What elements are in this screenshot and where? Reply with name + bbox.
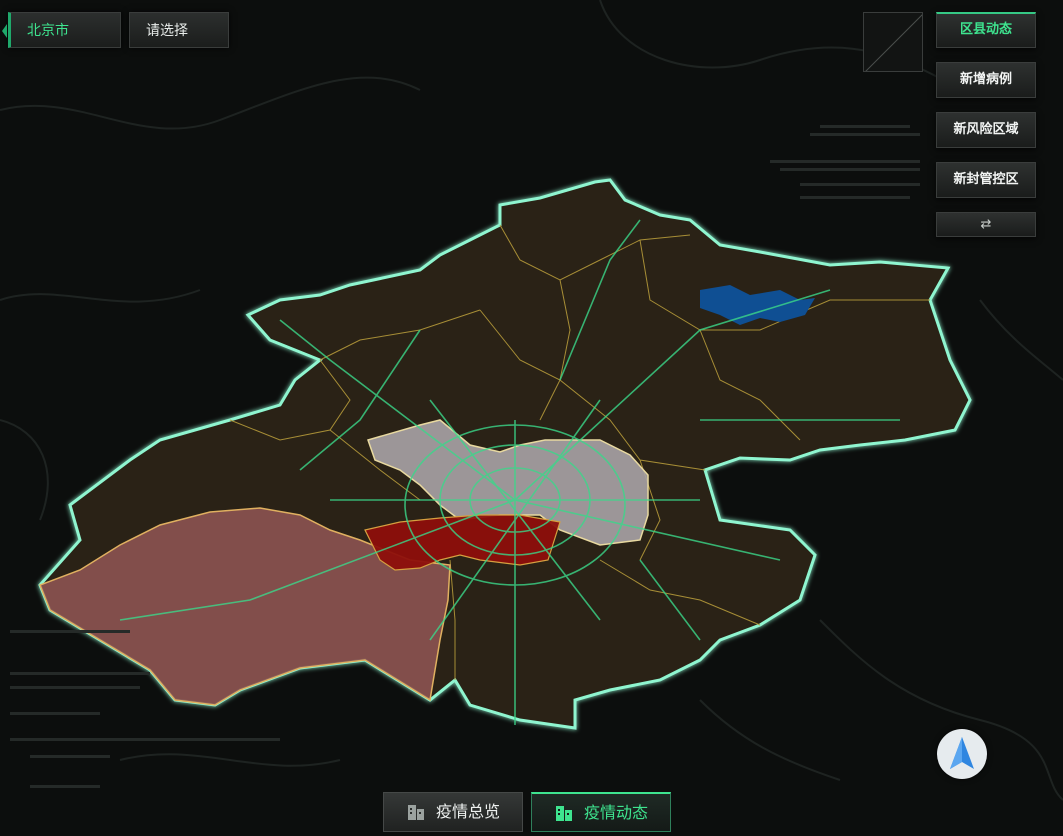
tab-epidemic-dynamics[interactable]: 疫情动态 [531,792,671,832]
region-selector-placeholder: 请选择 [146,23,188,39]
city-selector[interactable]: 北京市 [2,12,121,48]
map-thumbnail[interactable] [863,12,923,72]
new-risk-area-label: 新风险区域 [953,122,1019,137]
new-cases-label: 新增病例 [959,72,1012,87]
map-canvas[interactable] [0,0,1063,836]
tab-epidemic-overview[interactable]: 疫情总览 [383,792,523,832]
tab-epidemic-overview-label: 疫情总览 [435,802,500,821]
compass-button[interactable] [937,729,987,779]
region-selector[interactable]: 请选择 [129,12,229,48]
map-stage[interactable]: 北京市 请选择 区县动态 新增病例 新风险区域 新封管控区 ⇄ 疫情总览 疫情动… [0,0,1063,836]
city-selector-label: 北京市 [27,23,69,39]
building-icon [555,805,572,821]
new-cases-button[interactable]: 新增病例 [936,62,1036,98]
district-dynamics-button[interactable]: 区县动态 [936,12,1036,48]
swap-icon: ⇄ [980,217,992,232]
district-dynamics-label: 区县动态 [959,22,1012,37]
tab-epidemic-dynamics-label: 疫情动态 [583,802,648,822]
building-icon [407,805,424,820]
thumbnail-diagonal-icon [865,14,922,71]
north-arrow-icon [950,737,974,769]
swap-button[interactable]: ⇄ [936,212,1036,237]
new-risk-area-button[interactable]: 新风险区域 [936,112,1036,148]
new-control-zone-label: 新封管控区 [953,172,1019,187]
new-control-zone-button[interactable]: 新封管控区 [936,162,1036,198]
